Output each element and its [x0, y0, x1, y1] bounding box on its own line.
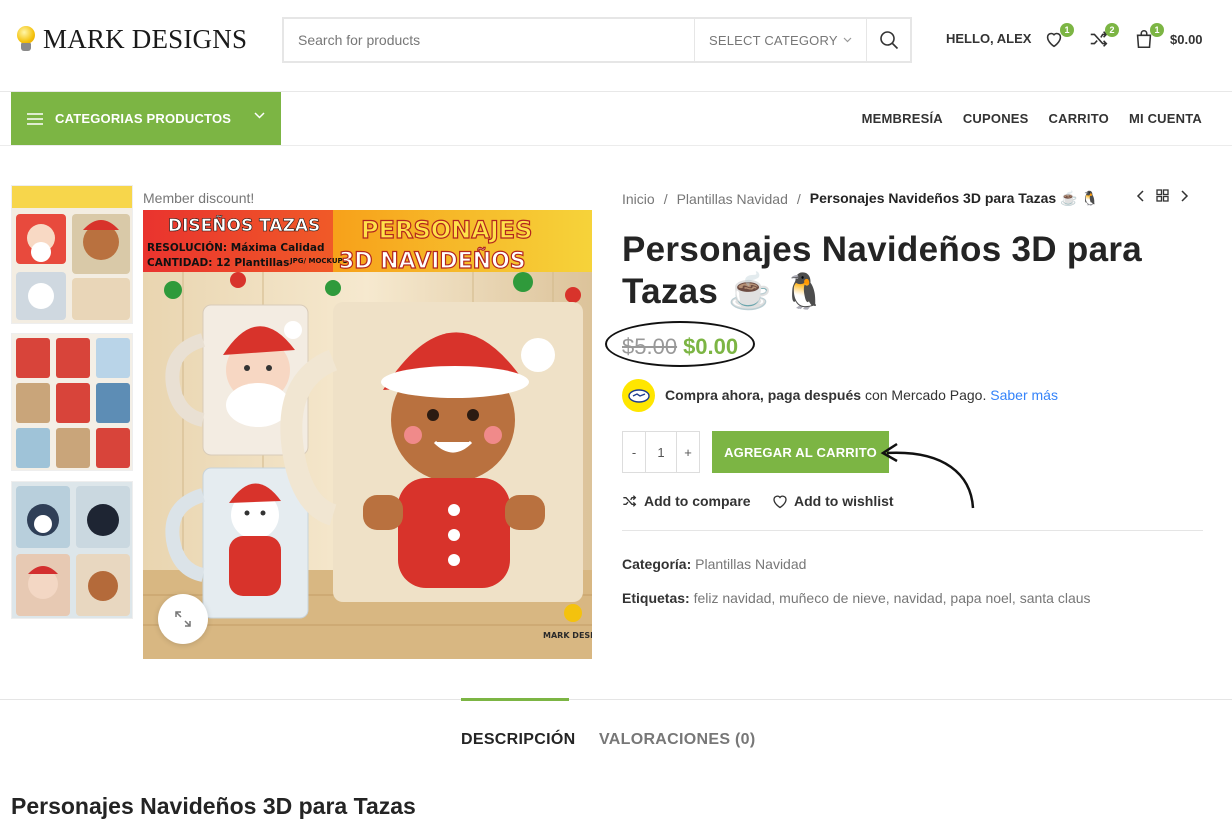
- nav-link-membresia[interactable]: MEMBRESÍA: [862, 111, 943, 126]
- banner-quantity: CANTIDAD: 12 Plantillas: [147, 257, 289, 269]
- image-zoom-button[interactable]: [158, 594, 208, 644]
- banner-right-title-1: PERSONAJES: [361, 216, 532, 244]
- breadcrumb-separator: /: [663, 190, 668, 207]
- site-header: MARK DESIGNS SELECT CATEGORY HELLO, ALEX…: [0, 0, 1232, 92]
- old-price: $5.00: [622, 334, 678, 359]
- wishlist-count-badge: 1: [1060, 23, 1074, 37]
- tab-reviews[interactable]: VALORACIONES (0): [599, 731, 756, 749]
- add-to-wishlist-label: Add to wishlist: [794, 493, 894, 509]
- heart-icon: [773, 495, 787, 508]
- chevron-down-icon: [843, 37, 852, 43]
- category-select[interactable]: SELECT CATEGORY: [694, 19, 866, 61]
- add-to-cart-button[interactable]: AGREGAR AL CARRITO: [712, 431, 889, 473]
- tabs-divider: [0, 699, 1232, 700]
- description-title: Personajes Navideños 3D para Tazas: [11, 793, 416, 819]
- product-title: Personajes Navideños 3D para Tazas ☕ 🐧: [622, 230, 1143, 311]
- nav-link-cupones[interactable]: CUPONES: [963, 111, 1029, 126]
- main-navigation: MEMBRESÍA CUPONES CARRITO MI CUENTA: [862, 111, 1202, 126]
- product-main-image[interactable]: DISEÑOS TAZAS RESOLUCIÓN: Máxima Calidad…: [143, 210, 592, 659]
- quantity-input[interactable]: 1: [645, 432, 677, 472]
- mp-text: con Mercado Pago.: [861, 387, 991, 403]
- product-category: Categoría: Plantillas Navidad: [622, 556, 806, 572]
- banner-right-title-2: 3D NAVIDEÑOS: [339, 248, 526, 274]
- mp-learn-more-link[interactable]: Saber más: [990, 387, 1058, 403]
- logo-text: MARK DESIGNS: [43, 24, 248, 54]
- categories-menu-button[interactable]: CATEGORIAS PRODUCTOS: [11, 92, 281, 145]
- grid-icon[interactable]: [1156, 189, 1169, 202]
- breadcrumb-current: Personajes Navideños 3D para Tazas ☕ 🐧: [809, 190, 1099, 206]
- breadcrumb: Inicio / Plantillas Navidad / Personajes…: [622, 190, 1099, 207]
- category-select-label: SELECT CATEGORY: [709, 32, 838, 48]
- chevron-down-icon: [254, 112, 265, 119]
- cart-link[interactable]: 1: [1133, 23, 1164, 52]
- breadcrumb-separator: /: [796, 190, 801, 207]
- banner-left-title: DISEÑOS TAZAS: [168, 213, 320, 236]
- hamburger-icon: [27, 112, 43, 125]
- tags-label: Etiquetas:: [622, 590, 690, 606]
- account-greeting[interactable]: HELLO, ALEX: [946, 31, 1031, 46]
- site-logo[interactable]: MARK DESIGNS: [15, 24, 247, 55]
- mercado-pago-message: Compra ahora, paga después con Mercado P…: [665, 387, 1058, 403]
- breadcrumb-home[interactable]: Inicio: [622, 191, 655, 207]
- nav-divider: [0, 145, 1232, 146]
- lightbulb-icon: [15, 25, 37, 54]
- wishlist-link[interactable]: 1: [1043, 23, 1074, 52]
- gallery-thumbnail-3[interactable]: [11, 481, 133, 619]
- compare-link[interactable]: 2: [1088, 23, 1119, 52]
- category-label: Categoría:: [622, 556, 692, 572]
- mp-bold-text: Compra ahora, paga después: [665, 387, 862, 403]
- categories-menu-label: CATEGORIAS PRODUCTOS: [55, 111, 232, 126]
- expand-icon: [175, 611, 191, 627]
- add-to-wishlist-link[interactable]: Add to wishlist: [772, 493, 894, 509]
- category-link[interactable]: Plantillas Navidad: [695, 556, 806, 572]
- product-meta-divider: [622, 530, 1203, 531]
- chevron-left-icon[interactable]: [1136, 189, 1144, 202]
- search-form: SELECT CATEGORY: [282, 17, 912, 63]
- cart-count-badge: 1: [1150, 23, 1164, 37]
- search-button[interactable]: [866, 19, 910, 61]
- gallery-thumbnail-2[interactable]: [11, 333, 133, 471]
- gallery-thumbnail-1[interactable]: [11, 185, 133, 324]
- breadcrumb-category[interactable]: Plantillas Navidad: [677, 191, 788, 207]
- shuffle-icon: [623, 495, 637, 507]
- tags-list[interactable]: feliz navidad, muñeco de nieve, navidad,…: [694, 590, 1091, 606]
- nav-link-mi-cuenta[interactable]: MI CUENTA: [1129, 111, 1202, 126]
- quantity-increase-button[interactable]: +: [677, 432, 699, 472]
- current-price: $0.00: [683, 334, 739, 359]
- add-to-compare-link[interactable]: Add to compare: [622, 493, 751, 509]
- product-price: $5.00 $0.00: [622, 334, 738, 360]
- image-watermark: MARK DESIGNS: [543, 631, 592, 640]
- nav-link-carrito[interactable]: CARRITO: [1049, 111, 1109, 126]
- search-input[interactable]: [284, 19, 694, 61]
- compare-count-badge: 2: [1105, 23, 1119, 37]
- cart-total[interactable]: $0.00: [1170, 32, 1203, 47]
- active-tab-indicator: [461, 698, 569, 701]
- quantity-decrease-button[interactable]: -: [623, 432, 645, 472]
- chevron-right-icon[interactable]: [1181, 189, 1189, 202]
- tab-description[interactable]: DESCRIPCIÓN: [461, 731, 575, 749]
- product-tags: Etiquetas: feliz navidad, muñeco de niev…: [622, 590, 1091, 606]
- quantity-stepper: - 1 +: [622, 431, 700, 473]
- add-to-compare-label: Add to compare: [644, 493, 751, 509]
- banner-resolution: RESOLUCIÓN: Máxima Calidad: [147, 241, 324, 254]
- search-icon: [879, 31, 898, 50]
- member-discount-label: Member discount!: [143, 190, 255, 206]
- mercado-pago-icon: [622, 379, 655, 412]
- product-navigation: [1136, 189, 1189, 202]
